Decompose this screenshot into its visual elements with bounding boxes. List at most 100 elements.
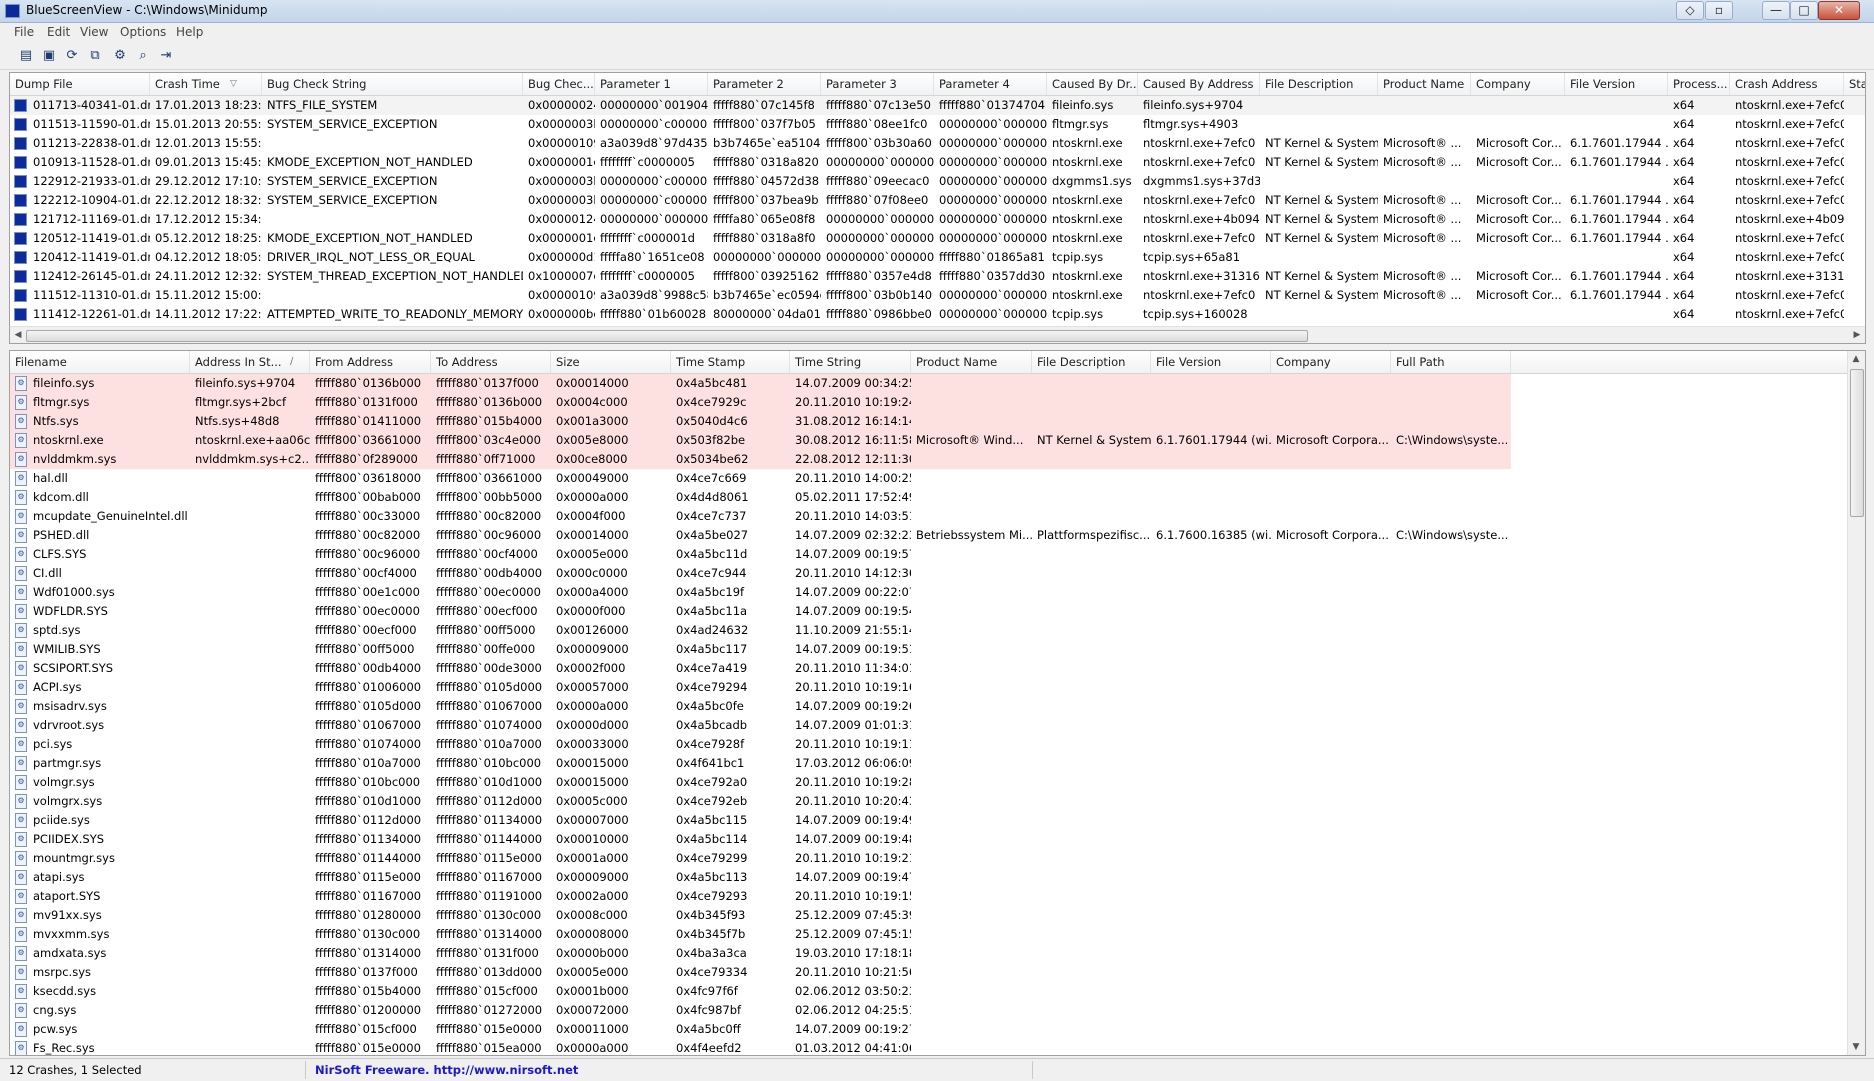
crash-col-header[interactable]: Sta: [1844, 73, 1865, 95]
driver-row[interactable]: ⚙ ataport.SYS fffff880`01167000 fffff880`01…: [10, 887, 1865, 906]
driver-row[interactable]: ⚙ vdrvroot.sys fffff880`01067000 fffff880`0…: [10, 716, 1865, 735]
driver-row[interactable]: ⚙ mvxxmm.sys fffff880`0130c000 fffff880`013…: [10, 925, 1865, 944]
driver-row[interactable]: ⚙ cng.sys fffff880`01200000 fffff880`012720…: [10, 1001, 1865, 1020]
driver-row[interactable]: ⚙ fltmgr.sys fltmgr.sys+2bcf fffff880`0131f…: [10, 393, 1865, 412]
crash-col-header[interactable]: Crash Time: [150, 73, 262, 95]
driver-row[interactable]: ⚙ Wdf01000.sys fffff880`00e1c000 fffff880`0…: [10, 583, 1865, 602]
crash-col-header[interactable]: Process...: [1668, 73, 1730, 95]
crash-col-header[interactable]: Parameter 1: [595, 73, 708, 95]
driver-row[interactable]: ⚙ atapi.sys fffff880`0115e000 fffff880`0116…: [10, 868, 1865, 887]
scroll-left-icon[interactable]: ◀: [11, 328, 25, 342]
driver-col-header[interactable]: File Description: [1032, 351, 1151, 373]
crash-row[interactable]: 111412-12261-01.dmp 14.11.2012 17:22:34 AT…: [10, 305, 1865, 324]
crash-col-header[interactable]: Bug Check String: [262, 73, 523, 95]
crash-col-header[interactable]: Parameter 4: [934, 73, 1047, 95]
menu-file[interactable]: File: [14, 25, 34, 39]
nirsoft-link[interactable]: NirSoft Freeware. http://www.nirsoft.net: [315, 1062, 578, 1078]
crash-row[interactable]: 010913-11528-01.dmp 09.01.2013 15:45:56 KM…: [10, 153, 1865, 172]
driver-col-header[interactable]: File Version: [1151, 351, 1271, 373]
crash-row[interactable]: 120512-11419-01.dmp 05.12.2012 18:25:24 KM…: [10, 229, 1865, 248]
crash-list[interactable]: Dump File Crash Time Bug Check String Bug C…: [9, 72, 1866, 344]
driver-row[interactable]: ⚙ ntoskrnl.exe ntoskrnl.exe+aa06c fffff800`…: [10, 431, 1865, 450]
properties-icon[interactable]: ▤: [17, 46, 35, 64]
crash-row[interactable]: 121712-11169-01.dmp 17.12.2012 15:34:39 0x…: [10, 210, 1865, 229]
driver-col-header[interactable]: From Address: [310, 351, 431, 373]
driver-row[interactable]: ⚙ ksecdd.sys fffff880`015b4000 fffff880`015…: [10, 982, 1865, 1001]
driver-row[interactable]: ⚙ mountmgr.sys fffff880`01144000 fffff880`0…: [10, 849, 1865, 868]
crash-row[interactable]: 120412-11419-01.dmp 04.12.2012 18:05:46 DR…: [10, 248, 1865, 267]
crash-col-header[interactable]: Bug Chec...: [523, 73, 595, 95]
crash-row[interactable]: 011213-22838-01.dmp 12.01.2013 15:55:21 0x…: [10, 134, 1865, 153]
driver-row[interactable]: ⚙ pciide.sys fffff880`0112d000 fffff880`011…: [10, 811, 1865, 830]
driver-row[interactable]: ⚙ Ntfs.sys Ntfs.sys+48d8 fffff880`01411000 f…: [10, 412, 1865, 431]
driver-row[interactable]: ⚙ CI.dll fffff880`00cf4000 fffff880`00db400…: [10, 564, 1865, 583]
crash-col-header[interactable]: Caused By Dr...: [1047, 73, 1138, 95]
scroll-up-icon[interactable]: ▲: [1849, 352, 1863, 366]
save-icon[interactable]: ▣: [40, 46, 58, 64]
driver-row[interactable]: ⚙ msrpc.sys fffff880`0137f000 fffff880`013d…: [10, 963, 1865, 982]
crash-row[interactable]: 122212-10904-01.dmp 22.12.2012 18:32:47 SY…: [10, 191, 1865, 210]
crash-col-header[interactable]: Company: [1471, 73, 1565, 95]
menu-view[interactable]: View: [80, 25, 108, 39]
driver-col-header[interactable]: Full Path: [1391, 351, 1511, 373]
find-icon[interactable]: ⌕: [134, 46, 152, 64]
close-button[interactable]: ✕: [1818, 1, 1860, 20]
driver-row[interactable]: ⚙ PSHED.dll fffff880`00c82000 fffff880`00c9…: [10, 526, 1865, 545]
driver-row[interactable]: ⚙ pcw.sys fffff880`015cf000 fffff880`015e00…: [10, 1020, 1865, 1039]
driver-row[interactable]: ⚙ pci.sys fffff880`01074000 fffff880`010a70…: [10, 735, 1865, 754]
driver-row[interactable]: ⚙ hal.dll fffff800`03618000 fffff800`036610…: [10, 469, 1865, 488]
crash-col-header[interactable]: File Description: [1260, 73, 1378, 95]
crash-col-header[interactable]: Crash Address: [1730, 73, 1844, 95]
driver-col-header[interactable]: Size: [551, 351, 671, 373]
crash-row[interactable]: 111512-11310-01.dmp 15.11.2012 15:00:09 0x…: [10, 286, 1865, 305]
restore-icon[interactable]: ▫: [1705, 1, 1733, 20]
hscroll-thumb[interactable]: [26, 330, 1308, 342]
crash-row[interactable]: 011513-11590-01.dmp 15.01.2013 20:55:36 SY…: [10, 115, 1865, 134]
driver-row[interactable]: ⚙ mcupdate_GenuineIntel.dll fffff880`00c33…: [10, 507, 1865, 526]
driver-list-vscrollbar[interactable]: ▲ ▼: [1847, 351, 1865, 1055]
crash-list-hscrollbar[interactable]: ◀ ▶: [10, 326, 1865, 343]
driver-row[interactable]: ⚙ WDFLDR.SYS fffff880`00ec0000 fffff880`00e…: [10, 602, 1865, 621]
crash-row[interactable]: 122912-21933-01.dmp 29.12.2012 17:10:27 SY…: [10, 172, 1865, 191]
driver-row[interactable]: ⚙ WMILIB.SYS fffff880`00ff5000 fffff880`00f…: [10, 640, 1865, 659]
driver-col-header[interactable]: Time String: [790, 351, 911, 373]
driver-row[interactable]: ⚙ SCSIPORT.SYS fffff880`00db4000 fffff880`0…: [10, 659, 1865, 678]
driver-row[interactable]: ⚙ nvlddmkm.sys nvlddmkm.sys+c2... fffff880`…: [10, 450, 1865, 469]
driver-list[interactable]: Filename Address In St... From Address To A…: [9, 350, 1866, 1056]
crash-col-header[interactable]: Parameter 2: [708, 73, 821, 95]
driver-row[interactable]: ⚙ CLFS.SYS fffff880`00c96000 fffff880`00cf4…: [10, 545, 1865, 564]
crash-col-header[interactable]: Caused By Address: [1138, 73, 1260, 95]
driver-row[interactable]: ⚙ PCIIDEX.SYS fffff880`01134000 fffff880`01…: [10, 830, 1865, 849]
driver-row[interactable]: ⚙ volmgrx.sys fffff880`010d1000 fffff880`01…: [10, 792, 1865, 811]
crash-col-header[interactable]: Product Name: [1378, 73, 1471, 95]
crash-row[interactable]: 011713-40341-01.dmp 17.01.2013 18:23:52 NT…: [10, 96, 1865, 115]
exit-icon[interactable]: ⇥: [157, 46, 175, 64]
maximize-button[interactable]: □: [1790, 1, 1818, 20]
driver-col-header[interactable]: Company: [1271, 351, 1391, 373]
driver-row[interactable]: ⚙ partmgr.sys fffff880`010a7000 fffff880`01…: [10, 754, 1865, 773]
menu-edit[interactable]: Edit: [47, 25, 70, 39]
minimize-button[interactable]: —: [1762, 1, 1790, 20]
driver-row[interactable]: ⚙ kdcom.dll fffff800`00bab000 fffff800`00bb…: [10, 488, 1865, 507]
vscroll-thumb[interactable]: [1850, 369, 1864, 517]
menu-help[interactable]: Help: [176, 25, 203, 39]
driver-row[interactable]: ⚙ volmgr.sys fffff880`010bc000 fffff880`010…: [10, 773, 1865, 792]
crash-col-header[interactable]: File Version: [1565, 73, 1668, 95]
driver-col-header[interactable]: Time Stamp: [671, 351, 790, 373]
driver-col-header[interactable]: Product Name: [911, 351, 1032, 373]
copy-icon[interactable]: ⧉: [86, 46, 104, 64]
driver-row[interactable]: ⚙ ACPI.sys fffff880`01006000 fffff880`0105d…: [10, 678, 1865, 697]
resize-icon[interactable]: ◇: [1676, 1, 1704, 20]
driver-row[interactable]: ⚙ amdxata.sys fffff880`01314000 fffff880`01…: [10, 944, 1865, 963]
driver-col-header[interactable]: To Address: [431, 351, 551, 373]
menu-options[interactable]: Options: [120, 25, 166, 39]
driver-row[interactable]: ⚙ msisadrv.sys fffff880`0105d000 fffff880`0…: [10, 697, 1865, 716]
scroll-right-icon[interactable]: ▶: [1850, 328, 1864, 342]
refresh-icon[interactable]: ⟳: [63, 46, 81, 64]
crash-row[interactable]: 112412-26145-01.dmp 24.11.2012 12:32:54 SY…: [10, 267, 1865, 286]
driver-row[interactable]: ⚙ Fs_Rec.sys fffff880`015e0000 fffff880`015…: [10, 1039, 1865, 1055]
scroll-down-icon[interactable]: ▼: [1849, 1040, 1863, 1054]
driver-row[interactable]: ⚙ fileinfo.sys fileinfo.sys+9704 fffff880`0…: [10, 374, 1865, 393]
driver-row[interactable]: ⚙ mv91xx.sys fffff880`01280000 fffff880`013…: [10, 906, 1865, 925]
crash-col-header[interactable]: Parameter 3: [821, 73, 934, 95]
